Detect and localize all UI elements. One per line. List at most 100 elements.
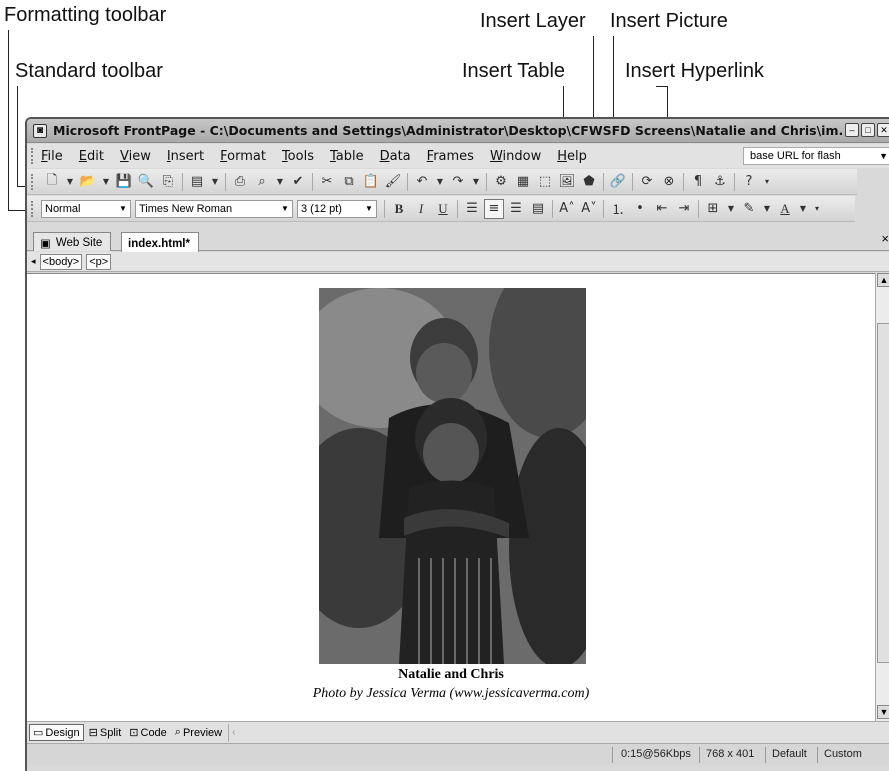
- undo-icon[interactable]: ↶: [412, 172, 432, 192]
- paste-icon[interactable]: 📋: [361, 172, 381, 192]
- stop-icon[interactable]: ⊗: [659, 172, 679, 192]
- vertical-scrollbar[interactable]: ▲ ▼: [875, 273, 889, 721]
- spelling-icon[interactable]: ✔: [288, 172, 308, 192]
- minimize-button[interactable]: –: [845, 123, 859, 137]
- new-page-icon[interactable]: 🗋: [42, 172, 62, 192]
- toolbar-grip[interactable]: [31, 200, 37, 217]
- font-color-icon[interactable]: A: [775, 199, 795, 219]
- underline-button[interactable]: U: [433, 199, 453, 219]
- preview-browser-icon[interactable]: ⌕: [252, 172, 272, 192]
- couple-photo[interactable]: [319, 288, 586, 664]
- align-left-icon[interactable]: ☰: [462, 199, 482, 219]
- font-size-combobox[interactable]: 3 (12 pt) ▼: [297, 199, 377, 218]
- view-preview-button[interactable]: ⌕ Preview: [172, 725, 225, 740]
- increase-indent-icon[interactable]: ⇥: [674, 199, 694, 219]
- menu-edit[interactable]: Edit: [79, 149, 104, 164]
- menu-format[interactable]: Format: [220, 149, 266, 164]
- open-dropdown-icon[interactable]: ▼: [100, 172, 112, 192]
- redo-icon[interactable]: ↷: [448, 172, 468, 192]
- bold-button[interactable]: B: [389, 199, 409, 219]
- cut-icon[interactable]: ✂: [317, 172, 337, 192]
- insert-table-icon[interactable]: ▦: [513, 172, 533, 192]
- title-bar[interactable]: ◙ Microsoft FrontPage - C:\Documents and…: [27, 119, 889, 143]
- menu-file[interactable]: File: [41, 149, 63, 164]
- chevron-down-icon[interactable]: ▼: [362, 201, 376, 217]
- web-component-icon[interactable]: ⚙: [491, 172, 511, 192]
- toolbar-options-icon[interactable]: ▾: [761, 172, 773, 192]
- highlight-icon[interactable]: ✎: [739, 199, 759, 219]
- preview-dropdown-icon[interactable]: ▼: [274, 172, 286, 192]
- bookmark-anchor-icon[interactable]: ⚓: [710, 172, 730, 192]
- borders-dropdown-icon[interactable]: ▼: [725, 199, 737, 219]
- menu-tools[interactable]: Tools: [282, 149, 314, 164]
- maximize-button[interactable]: □: [861, 123, 875, 137]
- italic-button[interactable]: I: [411, 199, 431, 219]
- menu-window[interactable]: Window: [490, 149, 541, 164]
- url-combobox[interactable]: base URL for flash ▼: [743, 147, 889, 165]
- menu-grip[interactable]: [31, 148, 37, 164]
- highlight-dropdown-icon[interactable]: ▼: [761, 199, 773, 219]
- chevron-down-icon[interactable]: ▼: [116, 201, 130, 217]
- align-center-icon[interactable]: ≡: [484, 198, 504, 219]
- tag-body[interactable]: <body>: [39, 253, 83, 270]
- toggle-pane-dropdown-icon[interactable]: ▼: [209, 172, 221, 192]
- chevron-left-icon[interactable]: ‹: [232, 727, 235, 738]
- print-icon[interactable]: ⎙: [230, 172, 250, 192]
- menu-insert[interactable]: Insert: [167, 149, 204, 164]
- align-right-icon[interactable]: ☰: [506, 199, 526, 219]
- menu-help[interactable]: Help: [557, 149, 587, 164]
- chevron-left-icon[interactable]: ◂: [31, 256, 36, 267]
- bulleted-list-icon[interactable]: •: [630, 199, 650, 219]
- page-dimensions[interactable]: 768 x 401: [706, 748, 754, 760]
- toolbar-options-icon[interactable]: ▾: [811, 199, 823, 219]
- close-button[interactable]: ✕: [877, 123, 889, 137]
- borders-icon[interactable]: ⊞: [703, 199, 723, 219]
- decrease-indent-icon[interactable]: ⇤: [652, 199, 672, 219]
- view-code-button[interactable]: ⊡ Code: [126, 725, 170, 740]
- undo-dropdown-icon[interactable]: ▼: [434, 172, 446, 192]
- chevron-down-icon[interactable]: ▼: [278, 201, 292, 217]
- tab-index-html[interactable]: index.html*: [121, 232, 199, 252]
- show-all-icon[interactable]: ¶: [688, 172, 708, 192]
- scroll-down-icon[interactable]: ▼: [877, 705, 889, 719]
- menu-view[interactable]: View: [120, 149, 151, 164]
- refresh-icon[interactable]: ⟳: [637, 172, 657, 192]
- toolbar-grip[interactable]: [31, 173, 37, 190]
- decrease-font-icon[interactable]: A˅: [579, 199, 599, 219]
- open-folder-icon[interactable]: 📂: [78, 172, 98, 192]
- font-color-dropdown-icon[interactable]: ▼: [797, 199, 809, 219]
- redo-dropdown-icon[interactable]: ▼: [470, 172, 482, 192]
- menu-table[interactable]: Table: [330, 149, 364, 164]
- help-icon[interactable]: ?: [739, 172, 759, 192]
- doctype-mode[interactable]: Default: [772, 748, 807, 760]
- menu-frames[interactable]: Frames: [427, 149, 474, 164]
- tag-p[interactable]: <p>: [86, 253, 112, 270]
- tab-web-site[interactable]: ▣ Web Site: [33, 232, 112, 251]
- new-dropdown-icon[interactable]: ▼: [64, 172, 76, 192]
- justify-icon[interactable]: ▤: [528, 199, 548, 219]
- menu-data[interactable]: Data: [380, 149, 411, 164]
- copy-icon[interactable]: ⧉: [339, 172, 359, 192]
- font-combobox[interactable]: Times New Roman ▼: [135, 199, 293, 218]
- publish-icon[interactable]: ⎘: [158, 172, 178, 192]
- save-icon[interactable]: 💾: [114, 172, 134, 192]
- scroll-up-icon[interactable]: ▲: [877, 273, 889, 287]
- frontpage-app-icon[interactable]: ◙: [33, 123, 47, 138]
- insert-hyperlink-icon[interactable]: 🔗: [608, 172, 628, 192]
- toggle-pane-icon[interactable]: ▤: [187, 172, 207, 192]
- style-combobox[interactable]: Normal ▼: [41, 199, 131, 218]
- numbered-list-icon[interactable]: ⒈: [608, 199, 628, 219]
- design-view[interactable]: Natalie and Chris Photo by Jessica Verma…: [27, 273, 875, 721]
- chevron-down-icon[interactable]: ▼: [879, 148, 888, 164]
- format-painter-icon[interactable]: 🖌: [383, 172, 403, 192]
- close-document-icon[interactable]: ×: [881, 231, 889, 246]
- view-split-button[interactable]: ⊟ Split: [86, 725, 125, 740]
- increase-font-icon[interactable]: A˄: [557, 199, 577, 219]
- scroll-thumb[interactable]: [877, 323, 889, 663]
- view-design-button[interactable]: ▭ Design: [29, 724, 84, 741]
- find-icon[interactable]: 🔍: [136, 172, 156, 192]
- insert-layer-icon[interactable]: ⬚: [535, 172, 555, 192]
- insert-picture-icon[interactable]: 🖼: [557, 172, 577, 192]
- schema-mode[interactable]: Custom: [824, 748, 862, 760]
- drawing-icon[interactable]: ⬟: [579, 172, 599, 192]
